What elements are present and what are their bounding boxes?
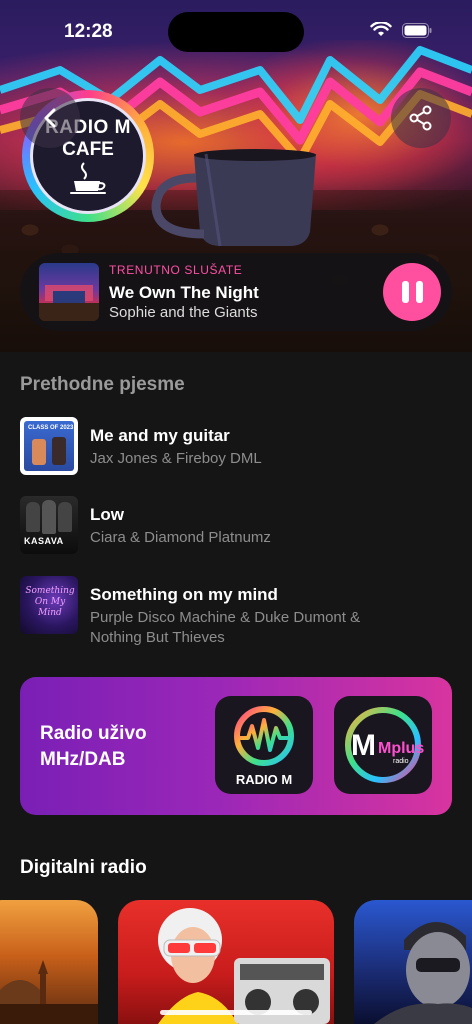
mplus-logo-icon: M Mplus radio <box>345 707 424 783</box>
battery-icon <box>402 22 432 38</box>
coffee-cup-icon <box>70 162 106 194</box>
song-artist: Ciara & Diamond Platnumz <box>90 529 271 546</box>
now-playing-artwork <box>39 263 99 321</box>
song-artist: Jax Jones & Fireboy DML <box>90 450 262 467</box>
song-title: Me and my guitar <box>90 426 230 445</box>
share-button[interactable] <box>391 88 451 148</box>
card-artwork <box>374 921 472 1024</box>
song-artist: Purple Disco Machine & Duke Dumont & Not… <box>90 609 361 646</box>
song-artwork: KASAVA <box>20 496 78 554</box>
pause-button[interactable] <box>383 263 441 321</box>
digital-radio-heading: Digitalni radio <box>20 857 147 878</box>
now-playing-label: TRENUTNO SLUŠATE <box>109 263 243 277</box>
live-radio-banner: Radio uživo MHz/DAB RADIO M M Mplus radi… <box>20 677 452 815</box>
back-button[interactable] <box>20 88 80 148</box>
status-icons <box>370 22 432 38</box>
digital-station-card[interactable] <box>0 900 98 1024</box>
station-label: RADIO M <box>235 771 293 787</box>
song-item[interactable]: CLASS OF 2023 Me and my guitar Jax Jones… <box>20 417 450 477</box>
radio-m-logo-icon <box>234 705 294 766</box>
live-radio-text: Radio uživo MHz/DAB <box>40 721 147 773</box>
live-radio-line2: MHz/DAB <box>40 749 126 770</box>
song-item[interactable]: KASAVA Low Ciara & Diamond Platnumz <box>20 496 450 556</box>
pause-icon <box>401 281 409 303</box>
song-artwork: CLASS OF 2023 <box>20 417 78 475</box>
song-item[interactable]: Something On My Mind Something on my min… <box>20 576 450 646</box>
svg-text:M: M <box>351 729 376 762</box>
chevron-left-icon <box>44 108 56 128</box>
share-icon <box>409 105 432 131</box>
song-artwork-text: CLASS OF 2023 <box>28 425 74 431</box>
digital-station-card[interactable] <box>354 900 472 1024</box>
card-artwork <box>158 908 330 1024</box>
now-playing-artist: Sophie and the Giants <box>109 304 258 321</box>
status-time: 12:28 <box>64 21 113 42</box>
wifi-icon <box>370 22 392 36</box>
live-radio-line1: Radio uživo <box>40 723 147 744</box>
station-tile-radio-m[interactable]: RADIO M <box>215 696 313 794</box>
song-title: Low <box>90 505 124 524</box>
dynamic-island <box>168 12 304 52</box>
logo-line2: CAFE <box>62 139 114 160</box>
now-playing-bar[interactable]: TRENUTNO SLUŠATE We Own The Night Sophie… <box>20 253 452 331</box>
mplus-sub-label: radio <box>393 758 409 765</box>
song-artwork-text: KASAVA <box>24 536 64 546</box>
station-tile-mplus[interactable]: M Mplus radio <box>334 696 432 794</box>
song-title: Something on my mind <box>90 585 278 604</box>
status-bar: 12:28 <box>0 0 472 62</box>
previous-songs-heading: Prethodne pjesme <box>20 374 185 395</box>
home-indicator <box>160 1010 312 1015</box>
card-artwork <box>0 960 98 1024</box>
coffee-cup-image <box>151 149 316 247</box>
now-playing-title: We Own The Night <box>109 283 259 302</box>
digital-station-card[interactable] <box>118 900 334 1024</box>
song-artwork: Something On My Mind <box>20 576 78 634</box>
song-artwork-text: Something On My Mind <box>25 586 75 618</box>
mplus-label: Mplus <box>378 740 424 757</box>
